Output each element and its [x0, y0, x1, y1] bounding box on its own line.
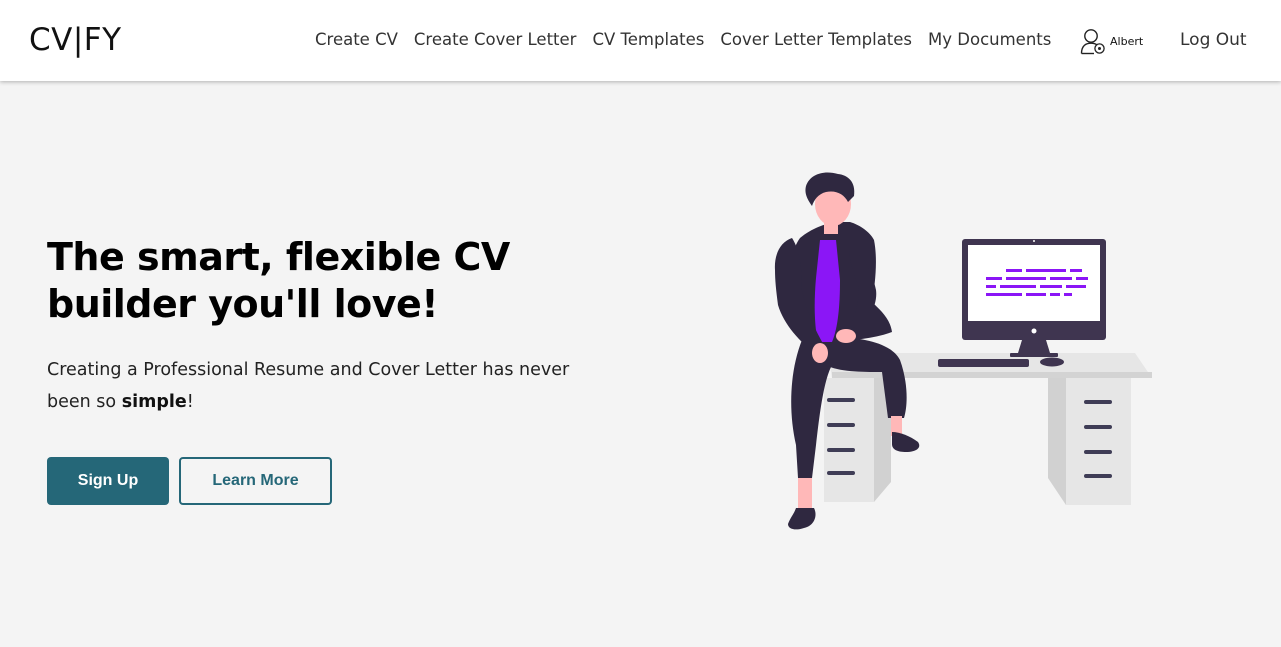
logout-link[interactable]: Log Out: [1180, 30, 1247, 50]
user-settings-icon: [1080, 28, 1106, 59]
site-logo[interactable]: CV|FY: [29, 22, 122, 58]
nav-link-create-cover-letter[interactable]: Create Cover Letter: [414, 30, 577, 49]
sign-up-button[interactable]: Sign Up: [47, 457, 169, 505]
person-at-desk-illustration: [774, 172, 1152, 530]
hero-subtitle: Creating a Professional Resume and Cover…: [47, 354, 607, 418]
hero-subtitle-end: !: [186, 392, 194, 412]
hero-subtitle-emphasis: simple: [121, 392, 187, 412]
nav-link-cover-letter-templates[interactable]: Cover Letter Templates: [720, 30, 912, 49]
nav-link-create-cv[interactable]: Create CV: [315, 30, 398, 49]
nav-link-my-documents[interactable]: My Documents: [928, 30, 1051, 49]
nav-link-cv-templates[interactable]: CV Templates: [592, 30, 704, 49]
hero-title: The smart, flexible CV builder you'll lo…: [47, 235, 510, 326]
learn-more-button[interactable]: Learn More: [179, 457, 332, 505]
user-name: Albert: [1110, 35, 1144, 48]
top-navbar: CV|FY Create CV Create Cover Letter CV T…: [0, 0, 1281, 81]
user-menu[interactable]: Albert: [1080, 28, 1143, 59]
main-nav: Create CV Create Cover Letter CV Templat…: [315, 30, 1051, 49]
hero-illustration: [740, 160, 1170, 550]
